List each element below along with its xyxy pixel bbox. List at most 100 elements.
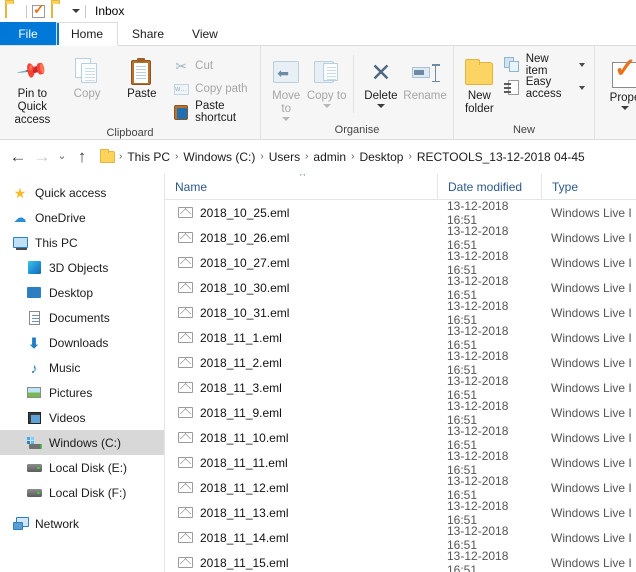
- new-item-caret-icon[interactable]: [579, 63, 585, 67]
- sidebar-item-quick-access[interactable]: ★ Quick access: [0, 180, 164, 205]
- column-header-row: Name ^ Date modified Type: [165, 174, 636, 200]
- move-to-caret-icon[interactable]: [282, 117, 291, 121]
- easy-access-button[interactable]: Easy access: [500, 76, 589, 100]
- cut-button[interactable]: ✂ Cut: [169, 56, 255, 76]
- easy-access-caret-icon[interactable]: [579, 86, 585, 90]
- copy-path-icon: w…: [173, 83, 189, 95]
- sidebar-item-pictures[interactable]: Pictures: [0, 380, 164, 405]
- tab-home[interactable]: Home: [56, 22, 119, 46]
- file-date-cell: 13-12-2018 16:51: [447, 223, 509, 252]
- move-to-button[interactable]: ⬅ Move to: [266, 52, 306, 121]
- copy-to-caret-icon[interactable]: [322, 104, 331, 108]
- column-header-type[interactable]: Type: [541, 174, 636, 200]
- tab-view[interactable]: View: [178, 22, 232, 45]
- properties-caret-icon[interactable]: [621, 106, 629, 110]
- new-folder-quick-icon[interactable]: [51, 2, 67, 19]
- tab-file[interactable]: File: [0, 22, 56, 45]
- table-row[interactable]: 2018_11_11.eml 13-12-2018 16:51 Windows Li…: [165, 449, 636, 477]
- up-button[interactable]: ↑: [70, 145, 94, 169]
- table-row[interactable]: 2018_11_9.eml 13-12-2018 16:51 Windows Liv…: [165, 399, 636, 427]
- table-row[interactable]: 2018_11_3.eml 13-12-2018 16:51 Windows Liv…: [165, 374, 636, 402]
- breadcrumb-item-admin[interactable]: admin: [309, 150, 350, 164]
- file-date-cell: 13-12-2018 16:51: [447, 298, 509, 327]
- table-row[interactable]: 2018_10_31.eml 13-12-2018 16:51 Windows Li…: [165, 298, 636, 327]
- table-row[interactable]: 2018_11_10.eml 13-12-2018 16:51 Windows Li…: [165, 423, 636, 452]
- sidebar-item-videos[interactable]: Videos: [0, 405, 164, 430]
- sidebar-item-downloads[interactable]: ⬇ Downloads: [0, 330, 164, 355]
- chevron-down-icon[interactable]: [72, 9, 80, 13]
- copy-button[interactable]: Copy: [60, 50, 115, 101]
- videos-icon: [26, 410, 42, 426]
- easy-access-icon: [503, 80, 520, 96]
- downloads-icon: ⬇: [28, 334, 40, 351]
- sidebar-item-this-pc[interactable]: This PC: [0, 230, 164, 255]
- sidebar-item-music[interactable]: ♪ Music: [0, 355, 164, 380]
- copy-icon: [75, 54, 99, 88]
- breadcrumb-item-rectools[interactable]: RECTOOLS_13-12-2018 04-45: [413, 150, 589, 164]
- navigation-pane: ★ Quick access ☁ OneDrive This PC 3D Obj…: [0, 174, 165, 572]
- file-type-cell: Windows Live I: [551, 430, 632, 445]
- table-row[interactable]: 2018_11_12.eml 13-12-2018 16:51 Windows Li…: [165, 474, 636, 502]
- sidebar-item-label: Quick access: [35, 185, 107, 200]
- breadcrumb-item-this-pc[interactable]: This PC: [123, 150, 174, 164]
- file-type-cell: Windows Live I: [551, 205, 632, 220]
- sidebar-item-onedrive[interactable]: ☁ OneDrive: [0, 205, 164, 230]
- column-header-name-label: Name: [175, 179, 208, 194]
- table-row[interactable]: 2018_10_25.eml 13-12-2018 16:51 Windows Li…: [165, 200, 636, 227]
- sidebar-item-documents[interactable]: Documents: [0, 305, 164, 330]
- new-folder-label: New folder: [464, 90, 494, 115]
- table-row[interactable]: 2018_11_13.eml 13-12-2018 16:51 Windows Li…: [165, 498, 636, 527]
- delete-caret-icon[interactable]: [376, 104, 385, 108]
- file-date-cell: 13-12-2018 16:51: [447, 323, 509, 352]
- breadcrumb[interactable]: › This PC › Windows (C:) › Users › admin…: [94, 145, 630, 169]
- sidebar-item-desktop[interactable]: Desktop: [0, 280, 164, 305]
- file-type-cell: Windows Live I: [551, 380, 632, 395]
- new-folder-button[interactable]: New folder: [459, 52, 500, 116]
- sidebar-item-local-disk-f[interactable]: Local Disk (F:): [0, 480, 164, 505]
- table-row[interactable]: 2018_11_14.eml 13-12-2018 16:51 Windows Li…: [165, 523, 636, 552]
- sidebar-item-network[interactable]: Network: [0, 511, 164, 536]
- eml-file-icon: [178, 557, 193, 568]
- recent-locations-button[interactable]: ⌄: [54, 145, 70, 169]
- file-date-cell: 13-12-2018 16:51: [447, 523, 509, 552]
- eml-file-icon: [178, 257, 193, 268]
- desktop-icon: [26, 285, 42, 301]
- new-item-button[interactable]: New item: [500, 53, 589, 77]
- breadcrumb-item-users[interactable]: Users: [265, 150, 304, 164]
- column-header-name[interactable]: Name ^: [165, 174, 437, 200]
- copy-path-label: Copy path: [195, 83, 248, 95]
- table-row[interactable]: 2018_10_30.eml 13-12-2018 16:51 Windows Li…: [165, 274, 636, 302]
- breadcrumb-item-windows-c[interactable]: Windows (C:): [179, 150, 259, 164]
- file-date-cell: 13-12-2018 16:51: [447, 498, 509, 527]
- sidebar-item-label: Music: [49, 360, 81, 375]
- sidebar-item-3d-objects[interactable]: 3D Objects: [0, 255, 164, 280]
- table-row[interactable]: 2018_10_27.eml 13-12-2018 16:51 Windows Li…: [165, 249, 636, 277]
- properties-button[interactable]: Prope: [600, 54, 636, 110]
- copy-to-button[interactable]: Copy to: [306, 52, 346, 108]
- delete-button[interactable]: ✕ Delete: [360, 52, 402, 108]
- table-row[interactable]: 2018_11_1.eml 13-12-2018 16:51 Windows Liv…: [165, 323, 636, 352]
- breadcrumb-item-desktop[interactable]: Desktop: [355, 150, 407, 164]
- copy-path-button[interactable]: w… Copy path: [169, 79, 255, 99]
- paste-shortcut-button[interactable]: Paste shortcut: [169, 100, 255, 124]
- table-row[interactable]: 2018_11_15.eml 13-12-2018 16:51 Windows Li…: [165, 549, 636, 572]
- table-row[interactable]: 2018_11_2.eml 13-12-2018 16:51 Windows Liv…: [165, 349, 636, 377]
- sidebar-item-local-disk-e[interactable]: Local Disk (E:): [0, 455, 164, 480]
- eml-file-icon: [178, 507, 193, 518]
- tab-share[interactable]: Share: [118, 22, 178, 45]
- file-name-cell: 2018_11_2.eml: [165, 356, 437, 370]
- rename-button[interactable]: Rename: [402, 52, 448, 103]
- pin-to-quick-access-button[interactable]: 📌 Pin to Quick access: [5, 50, 60, 127]
- table-row[interactable]: 2018_10_26.eml 13-12-2018 16:51 Windows Li…: [165, 223, 636, 252]
- sidebar-item-windows-c[interactable]: Windows (C:): [0, 430, 164, 455]
- properties-check-icon[interactable]: [32, 2, 45, 18]
- column-header-date-modified[interactable]: Date modified: [437, 174, 541, 200]
- 3d-objects-icon: [26, 260, 42, 276]
- file-date-cell: 13-12-2018 16:51: [447, 423, 509, 452]
- file-type-cell: Windows Live I: [551, 555, 632, 570]
- ribbon-group-clipboard: 📌 Pin to Quick access Copy Paste ✂ Cut w…: [0, 46, 261, 139]
- paste-button[interactable]: Paste: [114, 50, 169, 101]
- forward-button[interactable]: →: [30, 145, 54, 169]
- titlebar-divider-2: [85, 4, 86, 18]
- back-button[interactable]: ←: [6, 145, 30, 169]
